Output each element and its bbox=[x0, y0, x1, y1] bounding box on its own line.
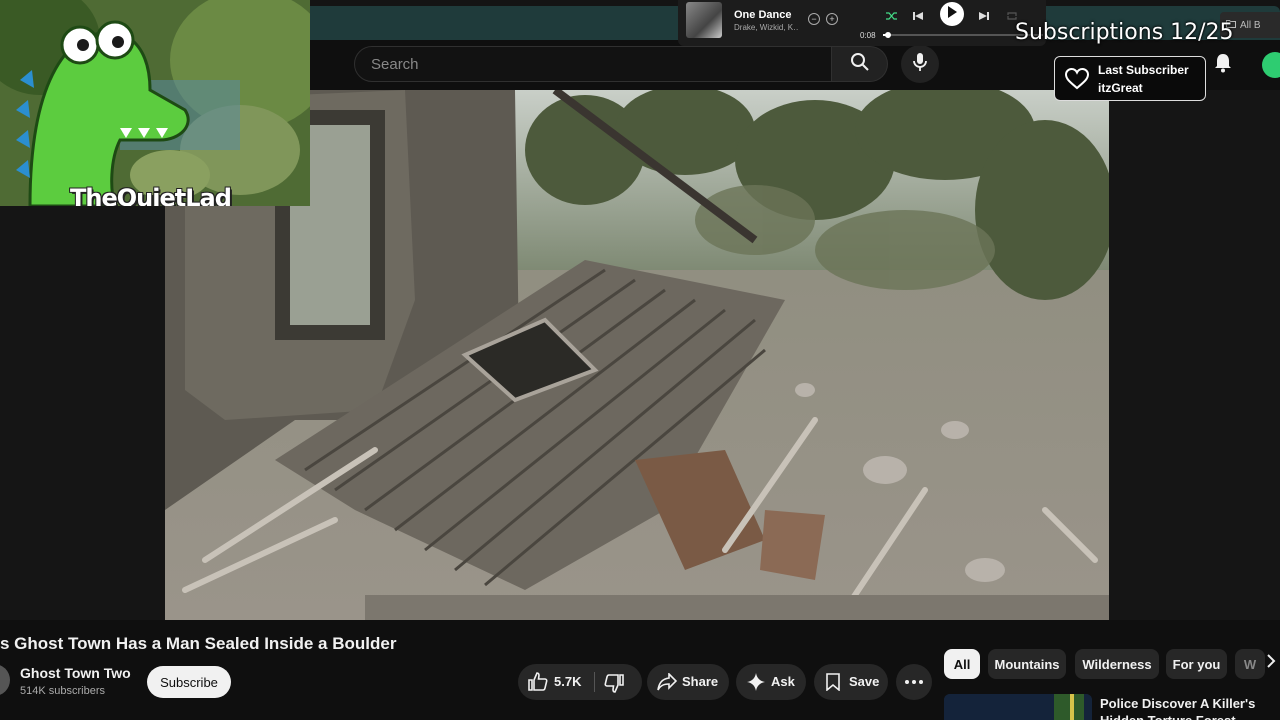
play-button[interactable] bbox=[940, 2, 964, 26]
microphone-icon bbox=[912, 52, 928, 77]
search-input[interactable]: Search bbox=[354, 46, 832, 82]
like-divider bbox=[594, 672, 595, 692]
media-player-widget: One Dance Drake, Wizkid, K… − + 0:08 bbox=[678, 0, 1046, 46]
play-icon bbox=[947, 5, 957, 23]
share-label: Share bbox=[682, 674, 719, 689]
thumbs-down-icon[interactable] bbox=[604, 673, 624, 693]
album-art bbox=[686, 2, 722, 38]
chip-overflow[interactable]: W bbox=[1235, 649, 1265, 679]
minus-icon[interactable]: − bbox=[808, 13, 820, 25]
more-horizontal-icon bbox=[905, 680, 923, 684]
seek-bar-handle[interactable] bbox=[884, 32, 891, 38]
chevron-right-icon[interactable] bbox=[1266, 654, 1280, 674]
like-dislike-group: 5.7K bbox=[518, 664, 642, 700]
bookmarks-folder-label: All B bbox=[1240, 19, 1261, 31]
share-button[interactable]: Share bbox=[647, 664, 729, 700]
subscribe-button[interactable]: Subscribe bbox=[147, 666, 231, 698]
more-actions-button[interactable] bbox=[896, 664, 932, 700]
streamer-webcam-overlay: TheQuietLad bbox=[0, 0, 310, 206]
chip-mountains[interactable]: Mountains bbox=[988, 649, 1066, 679]
last-subscriber-widget: Last Subscriber itzGreat bbox=[1054, 56, 1206, 101]
crocodile-mascot-image bbox=[0, 0, 310, 206]
search-icon bbox=[850, 52, 870, 77]
share-icon bbox=[657, 673, 677, 691]
channel-name[interactable]: Ghost Town Two bbox=[20, 665, 131, 681]
chip-for-you[interactable]: For you bbox=[1166, 649, 1227, 679]
save-button[interactable]: Save bbox=[814, 664, 888, 700]
bell-icon bbox=[1214, 53, 1232, 78]
streamer-name: TheQuietLad bbox=[70, 184, 232, 206]
recommendation-title[interactable]: Police Discover A Killer's Hidden Tortur… bbox=[1100, 695, 1260, 720]
last-subscriber-name: itzGreat bbox=[1098, 81, 1143, 95]
account-avatar[interactable] bbox=[1262, 52, 1280, 78]
thumbnail-image bbox=[944, 694, 1092, 720]
like-count[interactable]: 5.7K bbox=[554, 674, 581, 689]
voice-search-button[interactable] bbox=[901, 45, 939, 83]
previous-track-icon[interactable] bbox=[908, 6, 928, 26]
plus-icon[interactable]: + bbox=[826, 13, 838, 25]
heart-icon bbox=[1064, 67, 1090, 90]
chip-all[interactable]: All bbox=[944, 649, 980, 679]
ask-label: Ask bbox=[771, 674, 795, 689]
subscription-goal-counter: Subscriptions 12/25 bbox=[1015, 20, 1234, 45]
search-placeholder: Search bbox=[371, 55, 419, 73]
elapsed-time: 0:08 bbox=[860, 31, 876, 40]
channel-subscriber-count: 514K subscribers bbox=[20, 685, 105, 697]
search-button[interactable] bbox=[832, 46, 888, 82]
video-title: s Ghost Town Has a Man Sealed Inside a B… bbox=[0, 634, 397, 653]
notifications-button[interactable] bbox=[1210, 52, 1236, 78]
save-label: Save bbox=[849, 674, 880, 689]
ask-button[interactable]: Ask bbox=[736, 664, 806, 700]
track-title: One Dance bbox=[734, 9, 792, 21]
last-subscriber-label: Last Subscriber bbox=[1098, 63, 1189, 77]
sparkle-icon bbox=[747, 673, 765, 691]
track-artist: Drake, Wizkid, K… bbox=[734, 23, 798, 32]
chip-wilderness[interactable]: Wilderness bbox=[1075, 649, 1159, 679]
next-track-icon[interactable] bbox=[974, 6, 994, 26]
bookmark-icon bbox=[825, 673, 841, 691]
recommendation-thumbnail[interactable] bbox=[944, 694, 1092, 720]
channel-avatar[interactable] bbox=[0, 664, 10, 696]
shuffle-icon[interactable] bbox=[882, 6, 902, 26]
thumbs-up-icon[interactable] bbox=[528, 672, 548, 692]
